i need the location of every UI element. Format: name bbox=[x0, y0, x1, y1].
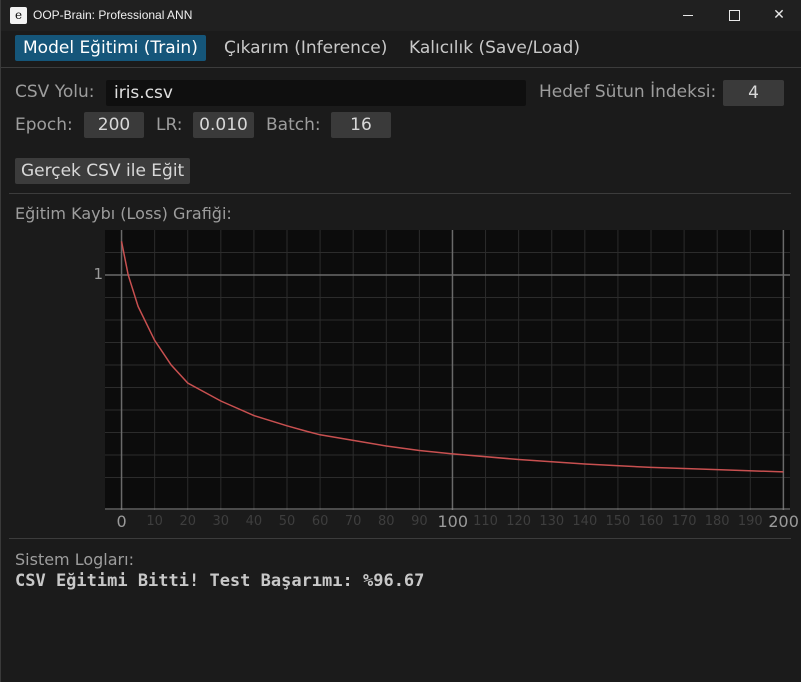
tab-inference[interactable]: Çıkarım (Inference) bbox=[216, 35, 395, 61]
epoch-input[interactable]: 200 bbox=[84, 112, 144, 138]
app-window: e OOP-Brain: Professional ANN ✕ Model Eğ… bbox=[0, 0, 801, 682]
log-message: CSV Eğitimi Bitti! Test Başarımı: %96.67 bbox=[15, 571, 425, 591]
loss-chart[interactable]: 1 0 100 200 10 20 30 40 50 60 70 80 90 110 120 130 140 15… bbox=[93, 230, 799, 531]
lr-input[interactable]: 0.010 bbox=[193, 112, 254, 138]
tab-train[interactable]: Model Eğitimi (Train) bbox=[15, 35, 206, 61]
batch-input[interactable]: 16 bbox=[331, 112, 391, 138]
batch-label: Batch: bbox=[266, 115, 321, 135]
target-column-label: Hedef Sütun İndeksi: bbox=[539, 82, 717, 102]
target-column-input[interactable]: 4 bbox=[723, 80, 784, 106]
x-tick-label-minor: 60 bbox=[311, 514, 329, 529]
x-tick-label: 200 bbox=[768, 512, 799, 531]
x-tick-label-minor: 160 bbox=[638, 514, 664, 529]
minimize-button[interactable] bbox=[665, 0, 711, 31]
x-tick-label-minor: 190 bbox=[737, 514, 763, 529]
csv-path-label: CSV Yolu: bbox=[15, 82, 95, 102]
loss-chart-svg bbox=[105, 230, 790, 510]
tab-bar: Model Eğitimi (Train) Çıkarım (Inference… bbox=[1, 31, 801, 68]
x-tick-label-minor: 80 bbox=[377, 514, 395, 529]
title-bar[interactable]: e OOP-Brain: Professional ANN ✕ bbox=[1, 0, 801, 31]
divider bbox=[9, 193, 791, 194]
x-tick-label: 100 bbox=[437, 512, 468, 531]
tab-save-load[interactable]: Kalıcılık (Save/Load) bbox=[401, 35, 588, 61]
x-tick-label-minor: 110 bbox=[473, 514, 498, 529]
x-tick-label-minor: 20 bbox=[179, 514, 196, 529]
maximize-icon bbox=[728, 9, 740, 21]
minimize-icon bbox=[683, 14, 693, 16]
y-tick-label: 1 bbox=[93, 265, 103, 283]
x-tick-label-minor: 170 bbox=[671, 514, 697, 529]
train-csv-button[interactable]: Gerçek CSV ile Eğit bbox=[15, 158, 191, 184]
x-tick-label-minor: 90 bbox=[411, 514, 428, 529]
close-button[interactable]: ✕ bbox=[756, 0, 801, 31]
csv-path-input[interactable]: iris.csv bbox=[106, 80, 526, 106]
x-tick-label-minor: 30 bbox=[212, 514, 230, 529]
x-tick-label-minor: 120 bbox=[506, 514, 532, 529]
loss-chart-label: Eğitim Kaybı (Loss) Grafiği: bbox=[15, 204, 232, 223]
x-tick-label-minor: 50 bbox=[278, 514, 296, 529]
x-tick-label-minor: 70 bbox=[344, 514, 362, 529]
x-tick-label-minor: 180 bbox=[704, 514, 730, 529]
x-tick-label-minor: 40 bbox=[245, 514, 263, 529]
x-tick-label-minor: 140 bbox=[572, 514, 598, 529]
x-tick-label: 0 bbox=[116, 512, 127, 531]
epoch-label: Epoch: bbox=[15, 115, 73, 135]
x-tick-label-minor: 130 bbox=[539, 514, 565, 529]
x-tick-label-minor: 150 bbox=[605, 514, 631, 529]
x-tick-label-minor: 10 bbox=[146, 514, 163, 529]
window-title: OOP-Brain: Professional ANN bbox=[33, 8, 193, 22]
lr-label: LR: bbox=[156, 115, 183, 135]
logs-label: Sistem Logları: bbox=[15, 550, 134, 569]
close-icon: ✕ bbox=[773, 7, 785, 23]
divider bbox=[9, 538, 791, 539]
app-icon: e bbox=[10, 7, 27, 24]
maximize-button[interactable] bbox=[711, 0, 757, 31]
